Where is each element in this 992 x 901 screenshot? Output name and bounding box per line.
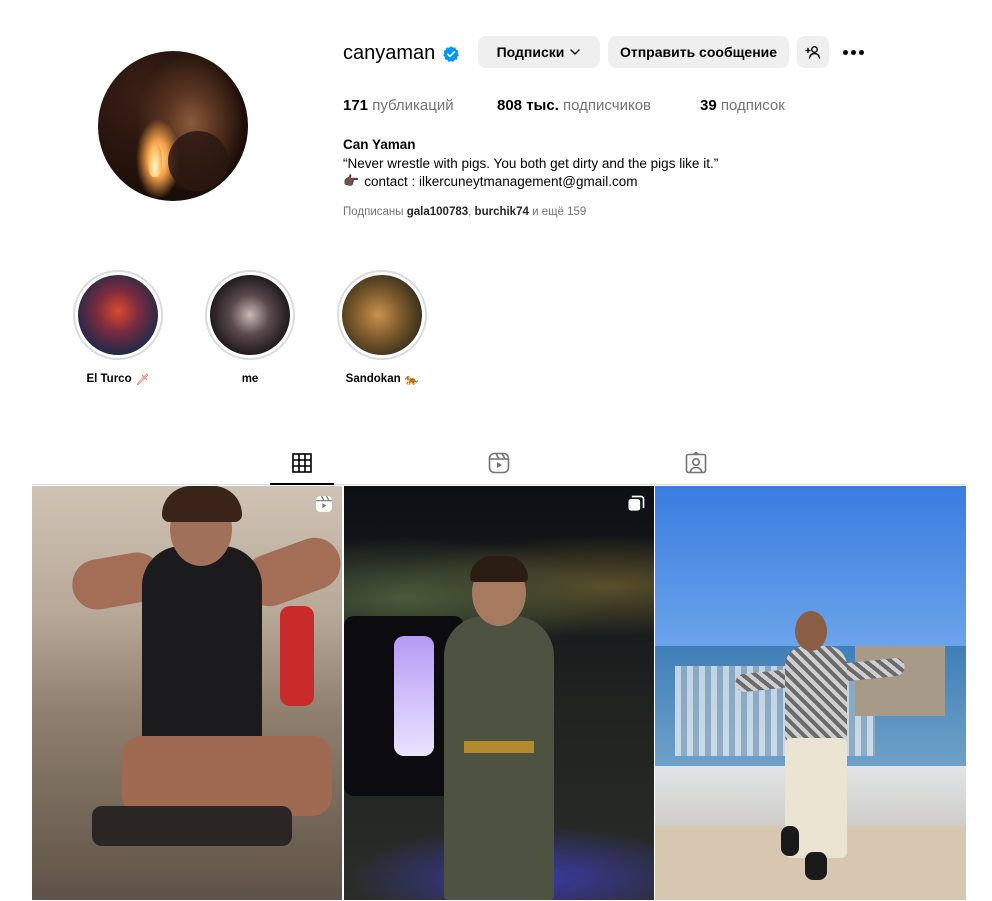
post-image-detail [781,826,799,856]
send-message-button[interactable]: Отправить сообщение [608,36,789,68]
post-image-detail [795,611,827,651]
more-dot [850,49,856,55]
story-highlight[interactable]: me [205,270,295,385]
followers-count-value: 808 тыс. [497,97,559,114]
highlight-title: El Turco [86,373,132,385]
highlight-ring [73,270,163,360]
post-image-detail [444,616,554,900]
story-highlight[interactable]: El Turco 🗡 [73,270,163,386]
profile-full-name: Can Yaman [343,137,416,152]
followed-by-prefix: Подписаны [343,206,404,218]
post-image-detail [142,546,262,756]
highlight-label: me [205,373,295,385]
add-user-icon [805,46,821,59]
tagged-icon [685,451,707,474]
followed-by-suffix: и ещё 159 [532,206,587,218]
reels-icon [488,452,510,474]
post-image-detail [122,736,332,816]
post-image-detail [280,606,314,706]
profile-bio-contact: 👉🏿 contact : ilkercuneytmanagement@gmail… [343,173,638,191]
post-image-detail [162,486,242,522]
tiger-icon: 🐅 [404,373,419,386]
active-tab-indicator [270,483,334,485]
highlight-cover [342,275,422,355]
post-thumbnail[interactable] [655,486,966,900]
followed-by-separator: , [468,206,472,218]
profile-username-row: canyaman [343,42,460,65]
post-thumbnail[interactable] [32,486,342,900]
following-count-value: 39 [700,97,717,114]
highlight-cover [78,275,158,355]
contact-email-text: contact : ilkercuneytmanagement@gmail.co… [364,174,638,189]
tabs-divider [32,484,966,485]
tab-reels[interactable] [486,450,512,476]
post-image-detail [394,636,434,756]
posts-count: 171 публикаций [343,97,454,114]
highlight-label: El Turco 🗡 [73,373,163,386]
post-image-detail [785,646,847,742]
posts-count-value: 171 [343,97,369,114]
following-button[interactable]: Подписки [478,36,600,68]
carousel-icon [628,495,645,511]
followers-count[interactable]: 808 тыс. подписчиков [497,97,651,114]
profile-bio: “Never wrestle with pigs. You both get d… [343,156,719,171]
grid-icon [292,453,312,473]
highlight-ring [205,270,295,360]
story-highlight[interactable]: Sandokan 🐅 [337,270,427,386]
post-image-detail [470,556,528,582]
highlight-title: Sandokan [345,373,401,385]
highlight-label: Sandokan 🐅 [337,373,427,386]
followed-by-user: gala100783 [406,206,469,218]
highlight-ring [337,270,427,360]
more-options-button[interactable] [838,44,868,60]
highlight-cover [210,275,290,355]
profile-username[interactable]: canyaman [343,42,435,65]
following-count-label: подписок [720,97,785,114]
followed-by[interactable]: Подписаны gala100783, burchik74 и ещё 15… [343,206,586,218]
suggest-users-button[interactable] [797,36,829,68]
chevron-down-icon [570,49,581,55]
post-image-detail [805,852,827,880]
followed-by-user: burchik74 [474,206,529,218]
post-thumbnail[interactable] [344,486,654,900]
more-dot [842,49,848,55]
following-button-label: Подписки [496,44,565,60]
post-image-detail [92,806,292,846]
tab-posts[interactable] [289,450,315,476]
post-image-detail [464,741,534,753]
verified-badge-icon [443,45,460,62]
send-message-button-label: Отправить сообщение [619,44,778,60]
pointing-hand-icon: 👉🏿 [343,174,360,189]
profile-avatar[interactable] [98,51,248,201]
following-count[interactable]: 39 подписок [700,97,785,114]
avatar-detail [168,131,228,191]
reels-icon [316,495,332,512]
dagger-icon: 🗡 [135,373,150,386]
more-dot [858,49,864,55]
highlight-title: me [241,373,259,385]
avatar-flame [148,143,162,177]
posts-count-label: публикаций [372,97,454,114]
tab-tagged[interactable] [683,450,709,476]
post-image-detail [855,646,945,716]
followers-count-label: подписчиков [563,97,652,114]
